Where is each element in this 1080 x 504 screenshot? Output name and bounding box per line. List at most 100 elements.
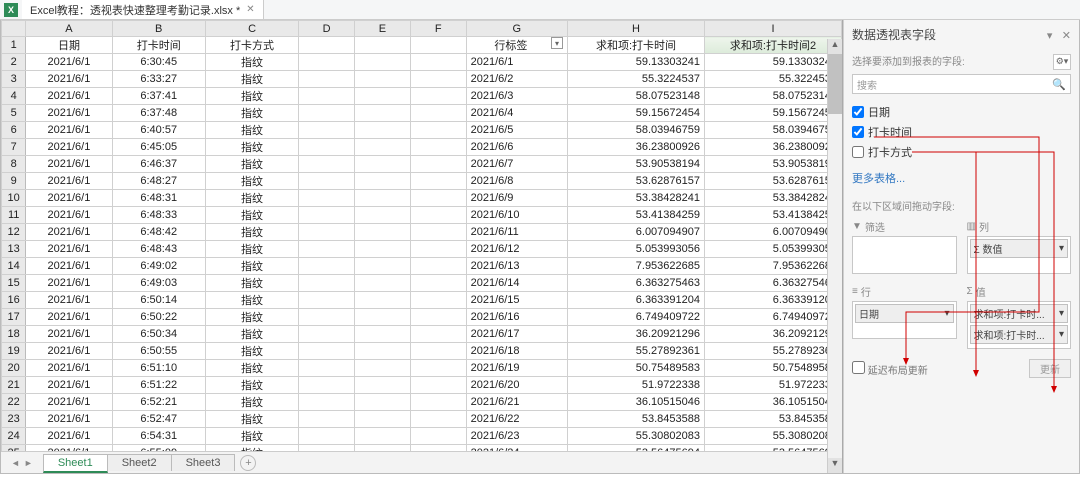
cell[interactable]: 2021/6/1 — [26, 326, 112, 343]
cell[interactable] — [299, 428, 355, 445]
cell[interactable] — [299, 190, 355, 207]
cell[interactable]: 53.8453588 — [705, 411, 842, 428]
cell[interactable]: 6:48:27 — [112, 173, 205, 190]
cell[interactable] — [355, 139, 411, 156]
cell[interactable]: 6.007094907 — [568, 224, 705, 241]
row-header[interactable]: 20 — [2, 360, 26, 377]
cell[interactable]: 58.03946759 — [568, 122, 705, 139]
cell[interactable]: 指纹 — [205, 88, 298, 105]
row-header[interactable]: 11 — [2, 207, 26, 224]
cell[interactable]: 6:52:21 — [112, 394, 205, 411]
row-header[interactable]: 1 — [2, 37, 26, 54]
cell[interactable]: 53.90538194 — [705, 156, 842, 173]
cell[interactable] — [410, 394, 466, 411]
cell[interactable] — [355, 411, 411, 428]
cell[interactable]: 6:30:45 — [112, 54, 205, 71]
cell[interactable]: 指纹 — [205, 139, 298, 156]
select-all[interactable] — [2, 21, 26, 37]
cell[interactable] — [299, 411, 355, 428]
cell[interactable]: 36.10515046 — [705, 394, 842, 411]
cell[interactable]: 55.27892361 — [705, 343, 842, 360]
cell[interactable]: 2021/6/7 — [466, 156, 567, 173]
cell[interactable] — [410, 88, 466, 105]
cell[interactable]: 2021/6/6 — [466, 139, 567, 156]
pivot-row-labels-header[interactable]: 行标签▾ — [466, 37, 567, 54]
cell[interactable]: 2021/6/23 — [466, 428, 567, 445]
cell[interactable] — [355, 394, 411, 411]
area-chip[interactable]: 求和项:打卡时...▾ — [970, 304, 1069, 323]
dropdown-icon[interactable]: ▾ — [551, 37, 563, 49]
cell[interactable]: 2021/6/8 — [466, 173, 567, 190]
cell[interactable]: 2021/6/1 — [26, 258, 112, 275]
cell[interactable] — [410, 71, 466, 88]
cell[interactable]: 2021/6/12 — [466, 241, 567, 258]
cell[interactable] — [299, 54, 355, 71]
cell[interactable] — [410, 411, 466, 428]
cell[interactable] — [299, 258, 355, 275]
col-D[interactable]: D — [299, 21, 355, 37]
cell[interactable] — [355, 275, 411, 292]
row-header[interactable]: 21 — [2, 377, 26, 394]
row-header[interactable]: 2 — [2, 54, 26, 71]
cell[interactable]: 2021/6/1 — [26, 343, 112, 360]
row-header[interactable]: 12 — [2, 224, 26, 241]
cell[interactable]: 36.23800926 — [705, 139, 842, 156]
col-F[interactable]: F — [410, 21, 466, 37]
cell[interactable]: 6.749409722 — [568, 309, 705, 326]
sheet-tab-sheet3[interactable]: Sheet3 — [171, 454, 236, 471]
cell[interactable]: 53.62876157 — [705, 173, 842, 190]
pivot-value-header-1[interactable]: 求和项:打卡时间 — [568, 37, 705, 54]
sheet-nav-prev-icon[interactable]: ◄ — [11, 458, 20, 468]
update-button[interactable]: 更新 — [1029, 359, 1071, 378]
cell[interactable] — [299, 122, 355, 139]
cell[interactable] — [410, 139, 466, 156]
cell[interactable]: 6:50:14 — [112, 292, 205, 309]
cell[interactable] — [355, 428, 411, 445]
cell[interactable]: 2021/6/1 — [26, 309, 112, 326]
cell[interactable]: 51.9722338 — [705, 377, 842, 394]
cell[interactable]: 2021/6/1 — [26, 275, 112, 292]
cell[interactable]: 指纹 — [205, 105, 298, 122]
cell[interactable]: 指纹 — [205, 241, 298, 258]
cell[interactable] — [410, 105, 466, 122]
row-header[interactable]: 3 — [2, 71, 26, 88]
field-日期[interactable]: 日期 — [852, 102, 1071, 122]
cell[interactable]: 2021/6/20 — [466, 377, 567, 394]
cell[interactable]: 5.053993056 — [705, 241, 842, 258]
cell[interactable]: 2021/6/3 — [466, 88, 567, 105]
cell[interactable]: 2021/6/13 — [466, 258, 567, 275]
cell[interactable]: 指纹 — [205, 411, 298, 428]
cell[interactable]: 日期 — [26, 37, 112, 54]
cell[interactable] — [355, 377, 411, 394]
cell[interactable]: 2021/6/1 — [26, 360, 112, 377]
cell[interactable]: 6.363275463 — [568, 275, 705, 292]
area-chip[interactable]: Σ 数值▾ — [970, 239, 1069, 258]
cell[interactable]: 55.30802083 — [705, 428, 842, 445]
cell[interactable]: 6:48:31 — [112, 190, 205, 207]
cell[interactable]: 2021/6/1 — [26, 411, 112, 428]
cell[interactable] — [355, 173, 411, 190]
row-header[interactable]: 8 — [2, 156, 26, 173]
cell[interactable]: 6:50:55 — [112, 343, 205, 360]
cell[interactable]: 指纹 — [205, 173, 298, 190]
col-E[interactable]: E — [355, 21, 411, 37]
cell[interactable]: 2021/6/1 — [26, 105, 112, 122]
cell[interactable]: 55.27892361 — [568, 343, 705, 360]
cell[interactable]: 指纹 — [205, 309, 298, 326]
cell[interactable] — [410, 190, 466, 207]
cell[interactable] — [410, 37, 466, 54]
cell[interactable] — [299, 105, 355, 122]
cell[interactable]: 50.75489583 — [568, 360, 705, 377]
sheet-nav-next-icon[interactable]: ► — [24, 458, 33, 468]
cell[interactable]: 53.62876157 — [568, 173, 705, 190]
cell[interactable]: 指纹 — [205, 428, 298, 445]
cell[interactable]: 指纹 — [205, 258, 298, 275]
cell[interactable]: 6:51:10 — [112, 360, 205, 377]
cell[interactable] — [355, 156, 411, 173]
cell[interactable]: 6:48:33 — [112, 207, 205, 224]
cell[interactable]: 指纹 — [205, 207, 298, 224]
cell[interactable] — [299, 241, 355, 258]
cell[interactable] — [410, 360, 466, 377]
scroll-up-icon[interactable]: ▲ — [828, 39, 842, 54]
col-G[interactable]: G — [466, 21, 567, 37]
